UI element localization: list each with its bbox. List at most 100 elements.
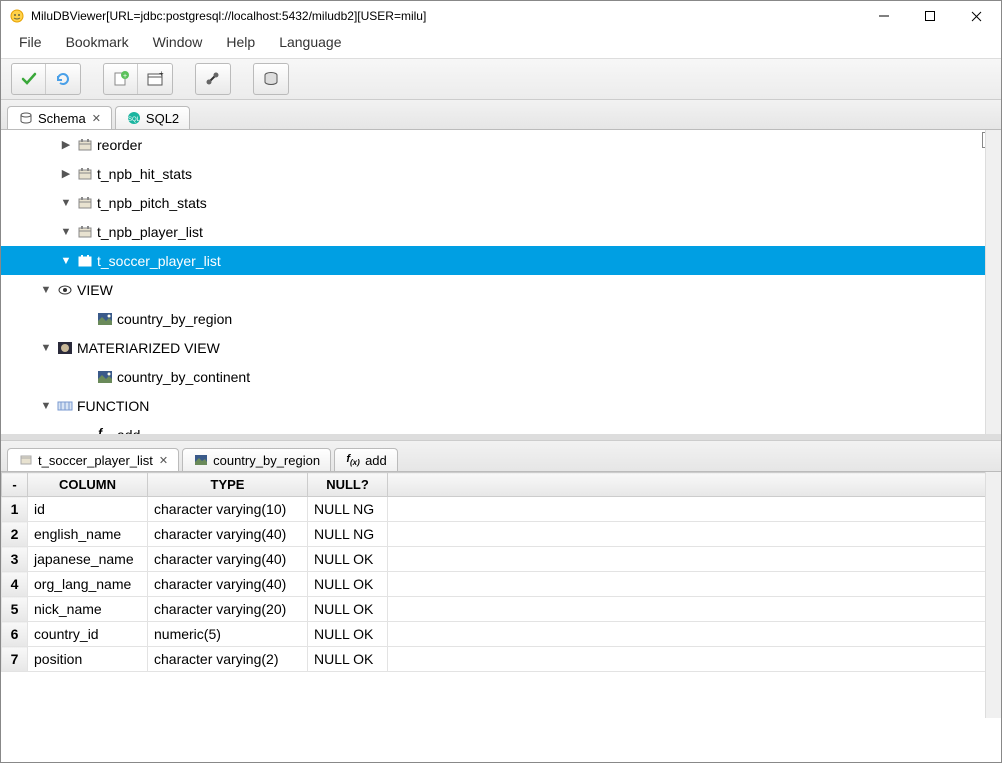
- column-cell: position: [28, 647, 148, 672]
- tree-item-label: country_by_continent: [117, 369, 250, 385]
- table-row[interactable]: 3japanese_namecharacter varying(40)NULL …: [2, 547, 1001, 572]
- tree-item[interactable]: country_by_continent: [1, 362, 1001, 391]
- menubar: File Bookmark Window Help Language: [1, 31, 1001, 58]
- sql-icon: SQL: [126, 110, 142, 126]
- tree-item-label: t_npb_hit_stats: [97, 166, 192, 182]
- app-icon: [9, 8, 25, 24]
- close-icon[interactable]: ✕: [92, 112, 101, 125]
- table-icon: [18, 452, 34, 468]
- column-cell: id: [28, 497, 148, 522]
- type-cell: character varying(40): [148, 522, 308, 547]
- eye-icon: [57, 282, 73, 298]
- refresh-button[interactable]: [46, 64, 80, 94]
- bottom-tab-view[interactable]: country_by_region: [182, 448, 331, 471]
- type-cell: numeric(5): [148, 622, 308, 647]
- new-file-button[interactable]: +: [104, 64, 138, 94]
- table-row[interactable]: 5nick_namecharacter varying(20)NULL OK: [2, 597, 1001, 622]
- new-window-button[interactable]: +: [138, 64, 172, 94]
- tree-item-label: reorder: [97, 137, 142, 153]
- menu-bookmark[interactable]: Bookmark: [66, 34, 129, 50]
- bottom-tab-func[interactable]: f(x) add: [334, 448, 398, 471]
- tree-item-label: add: [117, 427, 140, 441]
- tab-schema[interactable]: Schema ✕: [7, 106, 112, 129]
- tree-item[interactable]: ▼FUNCTION: [1, 391, 1001, 420]
- tab-label: add: [365, 453, 387, 468]
- null-cell: NULL NG: [308, 497, 388, 522]
- column-cell: english_name: [28, 522, 148, 547]
- disclosure-icon[interactable]: ▼: [39, 342, 53, 354]
- col-header-column[interactable]: COLUMN: [28, 473, 148, 497]
- tree-item[interactable]: f(x)add: [1, 420, 1001, 440]
- col-header-type[interactable]: TYPE: [148, 473, 308, 497]
- tree-item[interactable]: country_by_region: [1, 304, 1001, 333]
- tab-label: Schema: [38, 111, 86, 126]
- minimize-button[interactable]: [861, 1, 907, 31]
- close-icon[interactable]: ✕: [159, 454, 168, 467]
- disclosure-icon[interactable]: ▶: [59, 138, 73, 151]
- table-row[interactable]: 7positioncharacter varying(2)NULL OK: [2, 647, 1001, 672]
- tab-sql2[interactable]: SQL SQL2: [115, 106, 190, 129]
- tab-label: t_soccer_player_list: [38, 453, 153, 468]
- rownum-cell: 4: [2, 572, 28, 597]
- scrollbar[interactable]: [985, 472, 1001, 718]
- empty-cell: [388, 647, 1001, 672]
- null-cell: NULL OK: [308, 647, 388, 672]
- tree-item[interactable]: ▼t_npb_player_list: [1, 217, 1001, 246]
- table-icon: [77, 137, 93, 153]
- empty-cell: [388, 522, 1001, 547]
- window-title: MiluDBViewer[URL=jdbc:postgresql://local…: [31, 9, 861, 23]
- tree-item[interactable]: ▼ VIEW: [1, 275, 1001, 304]
- type-cell: character varying(10): [148, 497, 308, 522]
- database-button[interactable]: [254, 64, 288, 94]
- confirm-button[interactable]: [12, 64, 46, 94]
- tree-pane: 1 ▶reorder▶t_npb_hit_stats▼t_npb_pitch_s…: [1, 130, 1001, 440]
- tree-item[interactable]: ▼ t_soccer_player_list: [1, 246, 1001, 275]
- tree-item[interactable]: ▼t_npb_pitch_stats: [1, 188, 1001, 217]
- empty-cell: [388, 622, 1001, 647]
- close-button[interactable]: [953, 1, 999, 31]
- table-row[interactable]: 4org_lang_namecharacter varying(40)NULL …: [2, 572, 1001, 597]
- bottom-tab-table[interactable]: t_soccer_player_list ✕: [7, 448, 179, 471]
- tree-item-label: t_soccer_player_list: [97, 253, 221, 269]
- column-cell: country_id: [28, 622, 148, 647]
- menu-window[interactable]: Window: [153, 34, 203, 50]
- disclosure-icon[interactable]: ▼: [39, 284, 53, 296]
- tree-item[interactable]: ▶ reorder: [1, 130, 1001, 159]
- col-header-rownum[interactable]: -: [2, 473, 28, 497]
- table-row[interactable]: 2english_namecharacter varying(40)NULL N…: [2, 522, 1001, 547]
- column-cell: nick_name: [28, 597, 148, 622]
- menu-help[interactable]: Help: [226, 34, 255, 50]
- null-cell: NULL OK: [308, 597, 388, 622]
- rownum-cell: 5: [2, 597, 28, 622]
- tree-item[interactable]: ▶ t_npb_hit_stats: [1, 159, 1001, 188]
- disclosure-icon[interactable]: ▶: [59, 167, 73, 180]
- columns-table: - COLUMN TYPE NULL? 1idcharacter varying…: [1, 472, 1001, 672]
- type-cell: character varying(40): [148, 547, 308, 572]
- type-cell: character varying(40): [148, 572, 308, 597]
- table-row[interactable]: 1idcharacter varying(10)NULL NG: [2, 497, 1001, 522]
- rownum-cell: 1: [2, 497, 28, 522]
- disclosure-icon[interactable]: ▼: [39, 400, 53, 412]
- table-row[interactable]: 6country_idnumeric(5)NULL OK: [2, 622, 1001, 647]
- empty-cell: [388, 547, 1001, 572]
- tree-item-label: VIEW: [77, 282, 113, 298]
- img-icon: [193, 452, 209, 468]
- menu-language[interactable]: Language: [279, 34, 341, 50]
- rownum-cell: 7: [2, 647, 28, 672]
- col-header-null[interactable]: NULL?: [308, 473, 388, 497]
- table-icon: [77, 195, 93, 211]
- table-sel-icon: [77, 253, 93, 269]
- func-icon: [57, 398, 73, 414]
- disclosure-icon[interactable]: ▼: [59, 197, 73, 209]
- img2-icon: [57, 340, 73, 356]
- fx-icon: f(x): [345, 452, 361, 468]
- null-cell: NULL NG: [308, 522, 388, 547]
- toolbar: + +: [1, 58, 1001, 100]
- tree-item[interactable]: ▼MATERIARIZED VIEW: [1, 333, 1001, 362]
- menu-file[interactable]: File: [19, 34, 42, 50]
- maximize-button[interactable]: [907, 1, 953, 31]
- scrollbar[interactable]: [985, 130, 1001, 434]
- disclosure-icon[interactable]: ▼: [59, 226, 73, 238]
- disclosure-icon[interactable]: ▼: [59, 255, 73, 267]
- connect-button[interactable]: [196, 64, 230, 94]
